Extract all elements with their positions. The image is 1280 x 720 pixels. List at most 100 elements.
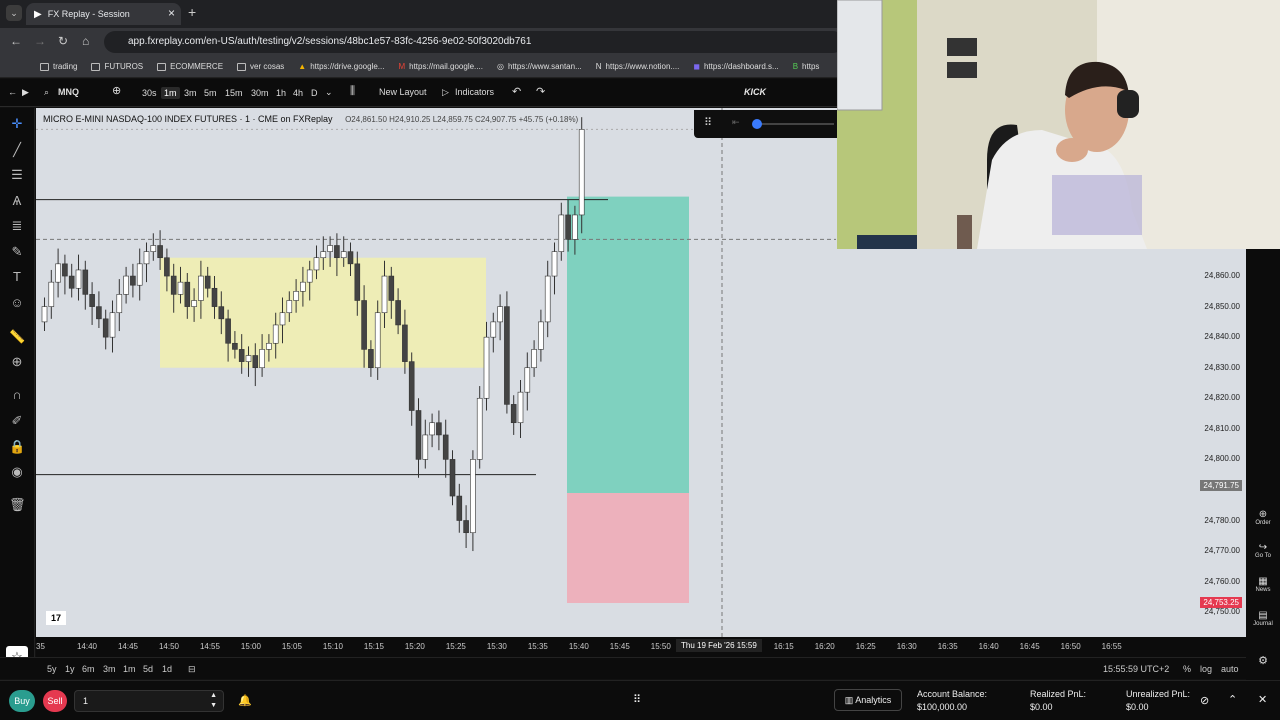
- slider-thumb[interactable]: [752, 119, 762, 129]
- time-axis[interactable]: 35 14:40 14:45 14:50 14:55 15:00 15:05 15:10 15:…: [36, 637, 1246, 657]
- time-tick-label: 15:25: [445, 642, 466, 651]
- range-5y[interactable]: 5y: [47, 664, 57, 674]
- layout-button[interactable]: New Layout: [379, 87, 427, 97]
- reload-icon[interactable]: ↻: [58, 34, 68, 48]
- draw-lock-icon[interactable]: ✐: [9, 413, 25, 429]
- range-5d[interactable]: 5d: [143, 664, 153, 674]
- fib-icon[interactable]: ≣: [9, 218, 25, 234]
- timeframe-15m[interactable]: 15m: [222, 87, 246, 99]
- bookmark-futuros[interactable]: FUTUROS: [91, 62, 143, 71]
- timeframe-3m[interactable]: 3m: [181, 87, 200, 99]
- timeframe-30m[interactable]: 30m: [248, 87, 272, 99]
- drawing-toolbar: ✛ ╱ ☰ Ѧ ≣ ✎ T ☺ 📏 ⊕ ∩ ✐ 🔒 ◉ 🗑 ☆: [0, 108, 35, 668]
- ruler-icon[interactable]: 📏: [9, 329, 25, 345]
- drag-handle-icon[interactable]: ⠿: [704, 116, 712, 129]
- range-box: [160, 257, 486, 368]
- candle-body: [476, 397, 483, 460]
- candle-body: [198, 275, 204, 301]
- close-panel-icon[interactable]: ✕: [1258, 693, 1267, 706]
- range-1d[interactable]: 1d: [162, 664, 172, 674]
- buy-button[interactable]: Buy: [9, 690, 35, 712]
- time-tick-label: 15:20: [404, 642, 425, 651]
- range-6m[interactable]: 6m: [82, 664, 95, 674]
- brush-icon[interactable]: ✎: [9, 244, 25, 260]
- symbol-search[interactable]: MNQ: [58, 87, 79, 97]
- replay-speed-slider[interactable]: ⠿ ⇤: [694, 110, 837, 138]
- bookmark-drive[interactable]: ▲ https://drive.google...: [298, 62, 384, 71]
- bookmark-notion[interactable]: Nhttps://www.notion....: [596, 62, 680, 71]
- bookmark-trading[interactable]: trading: [40, 62, 77, 71]
- date-range-icon[interactable]: ⊟: [188, 664, 196, 675]
- crosshair-icon[interactable]: ✛: [9, 116, 25, 132]
- timeframe-dropdown-icon[interactable]: ⌄: [325, 87, 333, 98]
- text-icon[interactable]: T: [9, 269, 25, 285]
- range-1y[interactable]: 1y: [65, 664, 75, 674]
- folder-icon: [91, 62, 101, 71]
- tab-search-button[interactable]: ⌄: [6, 5, 22, 21]
- range-1m[interactable]: 1m: [123, 664, 136, 674]
- quantity-input[interactable]: 1 ▲ ▼: [74, 690, 224, 712]
- tab-close-icon[interactable]: ×: [168, 6, 175, 20]
- new-tab-button[interactable]: +: [188, 4, 196, 20]
- emoji-icon[interactable]: ☺: [9, 295, 25, 311]
- zoom-icon[interactable]: ⊕: [9, 354, 25, 370]
- step-back-icon[interactable]: ⇤: [732, 117, 740, 128]
- order-panel-button[interactable]: ⊕ Order: [1246, 509, 1280, 526]
- redo-icon[interactable]: ↷: [536, 85, 545, 98]
- timeframe-30s[interactable]: 30s: [139, 87, 160, 99]
- candle-body: [470, 459, 476, 534]
- eye-icon[interactable]: ◉: [9, 464, 25, 480]
- log-toggle[interactable]: log: [1200, 664, 1212, 674]
- bell-icon[interactable]: 🔔: [238, 694, 252, 707]
- indicators-button[interactable]: Indicators: [455, 87, 494, 97]
- sell-button[interactable]: Sell: [43, 690, 67, 712]
- browser-tab[interactable]: ▶ FX Replay - Session ×: [26, 3, 181, 25]
- candle-body: [123, 275, 129, 295]
- candle-type-icon[interactable]: ⫼: [350, 85, 355, 98]
- time-tick-label: 14:40: [76, 642, 98, 651]
- pitchfork-icon[interactable]: Ѧ: [9, 193, 25, 209]
- quantity-stepper[interactable]: ▲ ▼: [210, 691, 217, 711]
- hide-icon[interactable]: ⊘: [1200, 694, 1209, 707]
- back-arrow-icon[interactable]: ←: [8, 87, 17, 97]
- settings-gear-icon[interactable]: ⚙: [1246, 654, 1280, 667]
- grip-icon[interactable]: ⠿: [633, 693, 641, 706]
- journal-panel-button[interactable]: ▤ Journal: [1246, 610, 1280, 627]
- candle-body: [68, 275, 75, 289]
- timeframe-1h[interactable]: 1h: [273, 87, 289, 99]
- candle-body: [442, 434, 449, 460]
- analytics-button[interactable]: ▥ Analytics: [834, 689, 902, 711]
- bookmark-mail[interactable]: Mhttps://mail.google....: [398, 62, 483, 71]
- news-panel-button[interactable]: ▦ News: [1246, 576, 1280, 593]
- bookmark-other[interactable]: Bhttps: [793, 62, 820, 71]
- magnet-icon[interactable]: ∩: [9, 387, 25, 403]
- forward-icon[interactable]: →: [34, 34, 46, 48]
- back-icon[interactable]: ←: [10, 34, 22, 48]
- lock-icon[interactable]: 🔒: [9, 439, 25, 455]
- search-icon[interactable]: ⌕: [44, 87, 49, 98]
- undo-icon[interactable]: ↶: [512, 85, 521, 98]
- percent-toggle[interactable]: %: [1183, 664, 1191, 674]
- trash-icon[interactable]: 🗑: [9, 497, 26, 513]
- timeframe-d[interactable]: D: [308, 87, 321, 99]
- bookmark-dashboard[interactable]: ◼ https://dashboard.s...: [693, 62, 778, 71]
- timeframe-5m[interactable]: 5m: [201, 87, 220, 99]
- play-icon[interactable]: ▶: [22, 87, 29, 98]
- home-icon[interactable]: ⌂: [82, 34, 89, 48]
- tradingview-logo-icon: 17: [46, 611, 66, 625]
- bookmark-ecommerce[interactable]: ECOMMERCE: [157, 62, 223, 71]
- range-3m[interactable]: 3m: [103, 664, 116, 674]
- goto-panel-button[interactable]: ↪ Go To: [1246, 542, 1280, 559]
- url-input[interactable]: app.fxreplay.com/en-US/auth/testing/v2/s…: [104, 31, 844, 53]
- trendline-icon[interactable]: ╱: [9, 142, 25, 158]
- add-symbol-icon[interactable]: ⊕: [112, 84, 121, 97]
- timeframe-4h[interactable]: 4h: [290, 87, 306, 99]
- news-icon: ▦: [1258, 576, 1268, 587]
- candle-body: [109, 312, 116, 338]
- collapse-up-icon[interactable]: ⌃: [1228, 693, 1237, 706]
- auto-toggle[interactable]: auto: [1221, 664, 1239, 674]
- horizontal-lines-icon[interactable]: ☰: [9, 167, 25, 183]
- timeframe-1m[interactable]: 1m: [161, 87, 180, 99]
- bookmark-ver-cosas[interactable]: ver cosas: [237, 62, 284, 71]
- bookmark-santander[interactable]: ◎ https://www.santan...: [497, 62, 582, 71]
